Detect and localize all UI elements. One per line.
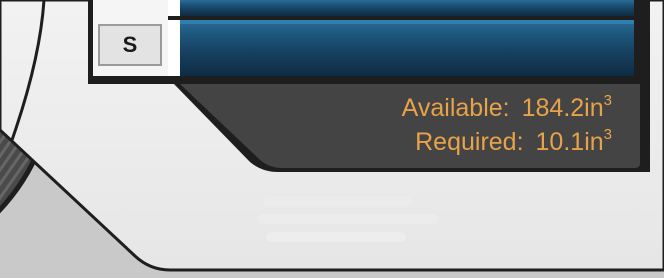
available-volume-readout: Available: 184.2in3 — [401, 93, 612, 122]
required-unit-exponent: 3 — [603, 126, 612, 143]
required-label: Required: — [415, 128, 524, 156]
available-value: 184.2in — [521, 94, 604, 122]
s-button[interactable]: S — [98, 24, 162, 66]
available-unit-exponent: 3 — [603, 92, 612, 109]
required-value: 10.1in — [535, 128, 604, 156]
s-button-label: S — [122, 32, 138, 57]
available-label: Available: — [401, 94, 510, 122]
volume-panel: S Available: 184.2in3 Required: 10.1in3 — [0, 0, 664, 278]
required-volume-readout: Required: 10.1in3 — [415, 127, 612, 156]
